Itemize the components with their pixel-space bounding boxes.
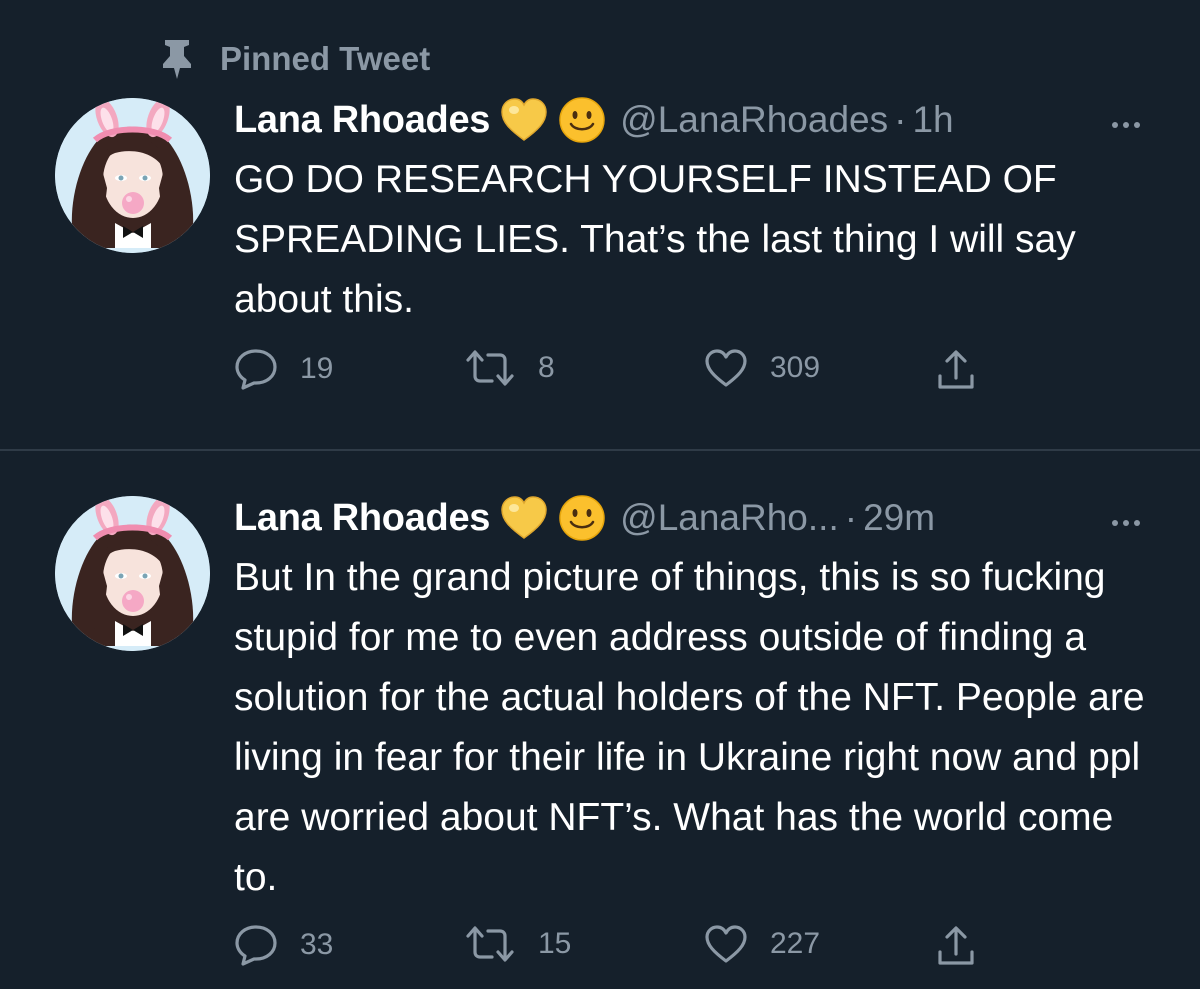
retweet-count: 8 bbox=[538, 351, 555, 384]
author-handle[interactable]: @LanaRho... bbox=[620, 497, 839, 539]
pinned-label: Pinned Tweet bbox=[220, 40, 431, 77]
header-separator: · bbox=[844, 497, 858, 538]
retweet-button[interactable]: 15 bbox=[464, 924, 571, 964]
avatar[interactable] bbox=[55, 98, 210, 253]
tweet-actions: 19 8 309 bbox=[234, 348, 994, 398]
tweet-actions: 33 15 227 bbox=[234, 924, 994, 974]
like-button[interactable]: 227 bbox=[704, 924, 820, 964]
like-icon bbox=[704, 924, 748, 964]
tweet-text: GO DO RESEARCH YOURSELF INSTEAD OF SPREA… bbox=[234, 158, 1076, 321]
share-icon bbox=[936, 348, 976, 392]
reply-icon bbox=[234, 924, 278, 966]
share-button[interactable] bbox=[936, 348, 976, 392]
reply-count: 33 bbox=[300, 928, 334, 961]
smiley-emoji bbox=[558, 494, 606, 542]
tweet[interactable]: Lana Rhoades @LanaRhoades · 1h GO DO RES… bbox=[0, 90, 1200, 445]
like-button[interactable]: 309 bbox=[704, 348, 820, 388]
share-icon bbox=[936, 924, 976, 968]
avatar[interactable] bbox=[55, 496, 210, 651]
header-separator: · bbox=[894, 99, 907, 140]
author-name[interactable]: Lana Rhoades bbox=[234, 99, 490, 142]
retweet-button[interactable]: 8 bbox=[464, 348, 555, 388]
author-handle[interactable]: @LanaRhoades bbox=[620, 99, 888, 141]
reply-icon bbox=[234, 348, 278, 390]
tweet-header: Lana Rhoades @LanaRho... · 29m bbox=[234, 494, 935, 542]
tweet-timestamp[interactable]: 29m bbox=[863, 497, 935, 539]
smiley-emoji bbox=[558, 96, 606, 144]
reply-button[interactable]: 33 bbox=[234, 924, 333, 966]
tweet-divider bbox=[0, 449, 1200, 451]
like-icon bbox=[704, 348, 748, 388]
pin-icon bbox=[160, 38, 194, 80]
retweet-icon bbox=[464, 348, 516, 388]
more-icon[interactable] bbox=[1112, 122, 1140, 128]
like-count: 227 bbox=[770, 927, 821, 960]
yellow-heart-emoji bbox=[500, 98, 548, 142]
retweet-icon bbox=[464, 924, 516, 964]
tweet-text: But In the grand picture of things, this… bbox=[234, 556, 1145, 899]
timeline: Pinned Tweet Lana Rhoades @LanaRhoades ·… bbox=[0, 0, 1200, 989]
tweet-timestamp[interactable]: 1h bbox=[912, 99, 953, 141]
tweet[interactable]: Lana Rhoades @LanaRho... · 29m But In th… bbox=[0, 488, 1200, 989]
more-icon[interactable] bbox=[1112, 520, 1140, 526]
reply-count: 19 bbox=[300, 352, 334, 385]
yellow-heart-emoji bbox=[500, 496, 548, 540]
author-name[interactable]: Lana Rhoades bbox=[234, 497, 490, 540]
reply-button[interactable]: 19 bbox=[234, 348, 333, 390]
pinned-tweet-indicator: Pinned Tweet bbox=[160, 36, 430, 82]
retweet-count: 15 bbox=[538, 927, 572, 960]
share-button[interactable] bbox=[936, 924, 976, 968]
like-count: 309 bbox=[770, 351, 821, 384]
tweet-header: Lana Rhoades @LanaRhoades · 1h bbox=[234, 96, 954, 144]
